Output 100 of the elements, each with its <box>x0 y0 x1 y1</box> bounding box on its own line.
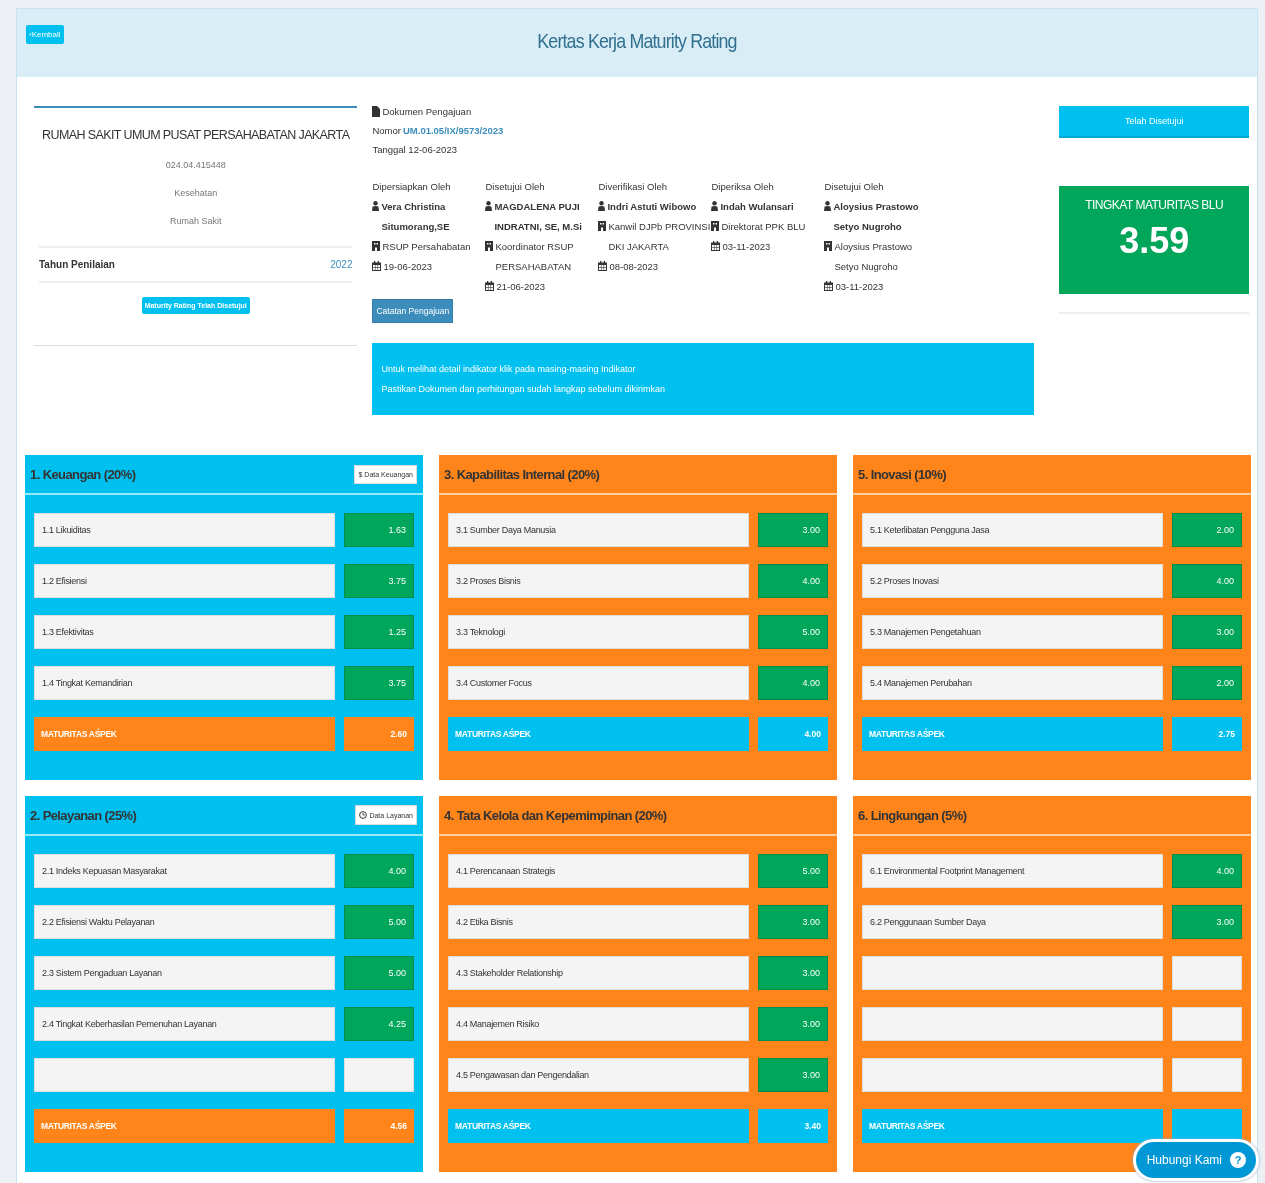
signer-role: Disetujui Oleh <box>485 180 546 194</box>
indicator-score: 4.00 <box>344 854 414 888</box>
number-label: Nomor <box>372 125 401 136</box>
indicator-label[interactable]: 5.1 Keterlibatan Pengguna Jasa <box>862 513 1163 547</box>
indicator-label[interactable]: 6.1 Environmental Footprint Management <box>862 854 1163 888</box>
panel-title: 3. Kapabilitas Internal (20%) <box>444 466 600 482</box>
score-value: 3.59 <box>1118 220 1191 262</box>
signer-role: Dipersiapkan Oleh <box>372 180 452 194</box>
signer-date: 03-11-2023 <box>835 280 885 294</box>
entity-name: RUMAH SAKIT UMUM PUSAT PERSAHABATAN JAKARTA <box>41 128 351 142</box>
document-title: Dokumen Pengajuan <box>382 106 472 117</box>
aspect-maturity-label: MATURITAS AŚPEK <box>34 717 335 751</box>
aspect-maturity-score: 2.60 <box>344 717 414 751</box>
empty-score <box>344 1058 414 1092</box>
calendar-icon <box>598 261 608 271</box>
indicator-label[interactable]: 2.3 Sistem Pengaduan Layanan <box>34 956 335 990</box>
panel-title: 4. Tata Kelola dan Kepemimpinan (20%) <box>444 807 667 823</box>
signer-organization: RSUP Persahabatan <box>382 240 472 254</box>
panel-title: 1. Keuangan (20%) <box>30 466 136 482</box>
indicator-label[interactable]: 1.1 Likuiditas <box>34 513 335 547</box>
indicator-score: 2.00 <box>1172 666 1242 700</box>
user-icon <box>372 201 380 211</box>
aspect-maturity-label: MATURITAS AŚPEK <box>862 1109 1163 1143</box>
indicator-score: 3.00 <box>758 513 828 547</box>
info-text: Pastikan Dokumen dan perhitungan sudah langkap sebelum dikirimkan <box>381 383 667 396</box>
indicator-score: 4.00 <box>1172 854 1242 888</box>
page-title: Kertas Kerja Maturity Rating <box>536 29 738 53</box>
signer-date: 21-06-2023 <box>496 280 547 294</box>
indicator-label[interactable]: 3.3 Teknologi <box>448 615 749 649</box>
signer-name: Indri Astuti Wibowo <box>607 200 698 214</box>
notes-button[interactable]: Catatan Pengajuan <box>372 299 454 323</box>
indicator-label[interactable]: 4.1 Perencanaan Strategis <box>448 854 749 888</box>
signer-organization: Kanwil DJPb PROVINSI DKI JAKARTA <box>608 220 712 254</box>
aspect-maturity-label: MATURITAS AŚPEK <box>448 1109 749 1143</box>
indicator-label[interactable]: 5.2 Proses Inovasi <box>862 564 1163 598</box>
panel-title: 2. Pelayanan (25%) <box>30 807 137 823</box>
file-icon <box>372 106 381 117</box>
indicator-label[interactable]: 2.2 Efisiensi Waktu Pelayanan <box>34 905 335 939</box>
aspect-maturity-score: 4.56 <box>344 1109 414 1143</box>
indicator-label[interactable]: 6.2 Penggunaan Sumber Daya <box>862 905 1163 939</box>
empty-score <box>1172 1007 1242 1041</box>
entity-type: Rumah Sakit <box>168 216 223 226</box>
indicator-label[interactable]: 4.2 Etika Bisnis <box>448 905 749 939</box>
signer-role: Disetujui Oleh <box>824 180 885 194</box>
calendar-icon <box>485 281 495 291</box>
score-label: TINGKAT MATURITAS BLU <box>1084 198 1225 212</box>
year-value: 2022 <box>330 259 353 270</box>
building-icon <box>824 241 833 251</box>
indicator-label[interactable]: 2.1 Indeks Kepuasan Masyarakat <box>34 854 335 888</box>
signer-name: MAGDALENA PUJI INDRATNI, SE, M.Si <box>494 200 583 234</box>
indicator-label[interactable]: 5.4 Manajemen Perubahan <box>862 666 1163 700</box>
indicator-score: 2.00 <box>1172 513 1242 547</box>
signer-name: Vera Christina Situmorang,SE <box>381 200 451 234</box>
building-icon <box>598 221 607 231</box>
aspect-maturity-label: MATURITAS AŚPEK <box>34 1109 335 1143</box>
clock-icon <box>359 811 368 819</box>
user-icon <box>485 201 493 211</box>
indicator-label[interactable]: 3.4 Customer Focus <box>448 666 749 700</box>
indicator-label[interactable]: 1.4 Tingkat Kemandirian <box>34 666 335 700</box>
indicator-label[interactable]: 3.1 Sumber Daya Manusia <box>448 513 749 547</box>
indicator-score: 3.75 <box>344 666 414 700</box>
signer-organization: Koordinator RSUP PERSAHABATAN <box>495 240 575 274</box>
info-text: Untuk melihat detail indikator klik pada masing-masing Indikator <box>381 363 637 376</box>
user-icon <box>824 201 832 211</box>
calendar-icon <box>711 241 721 251</box>
aspect-maturity-score: 3.40 <box>758 1109 828 1143</box>
indicator-label[interactable]: 4.4 Manajemen Risiko <box>448 1007 749 1041</box>
entity-code: 024.04.415448 <box>164 160 227 170</box>
indicator-label[interactable]: 3.2 Proses Bisnis <box>448 564 749 598</box>
signer-name: Indah Wulansari <box>720 200 795 214</box>
building-icon <box>372 241 381 251</box>
indicator-score: 3.00 <box>1172 615 1242 649</box>
aspect-maturity-score: 2.75 <box>1172 717 1242 751</box>
aspect-maturity-label: MATURITAS AŚPEK <box>862 717 1163 751</box>
indicator-score: 5.00 <box>758 854 828 888</box>
indicator-score: 4.00 <box>1172 564 1242 598</box>
indicator-label[interactable]: 5.3 Manajemen Pengetahuan <box>862 615 1163 649</box>
indicator-label[interactable]: 4.3 Stakeholder Relationship <box>448 956 749 990</box>
indicator-score: 5.00 <box>758 615 828 649</box>
entity-sector: Kesehatan <box>173 188 219 198</box>
document-date: Tanggal 12-06-2023 <box>372 144 457 155</box>
indicator-score: 4.25 <box>344 1007 414 1041</box>
signer-role: Diperiksa Oleh <box>711 180 775 194</box>
signer-date: 08-08-2023 <box>609 260 660 274</box>
indicator-label[interactable]: 2.4 Tingkat Keberhasilan Pemenuhan Layanan <box>34 1007 335 1041</box>
calendar-icon <box>372 261 382 271</box>
panel-title: 5. Inovasi (10%) <box>858 466 946 482</box>
calendar-icon <box>824 281 834 291</box>
indicator-label[interactable]: 4.5 Pengawasan dan Pengendalian <box>448 1058 749 1092</box>
indicator-label[interactable]: 1.2 Efisiensi <box>34 564 335 598</box>
year-label: Tahun Penilaian <box>39 259 115 270</box>
empty-score <box>1172 1058 1242 1092</box>
aspect-maturity-label: MATURITAS AŚPEK <box>448 717 749 751</box>
signer-organization: Direktorat PPK BLU <box>721 220 807 234</box>
indicator-score: 4.00 <box>758 564 828 598</box>
indicator-score: 1.63 <box>344 513 414 547</box>
signer-date: 19-06-2023 <box>383 260 434 274</box>
signer-organization: Aloysius Prastowo Setyo Nugroho <box>834 240 914 274</box>
indicator-label[interactable]: 1.3 Efektivitas <box>34 615 335 649</box>
aspect-maturity-score: 4.00 <box>758 717 828 751</box>
